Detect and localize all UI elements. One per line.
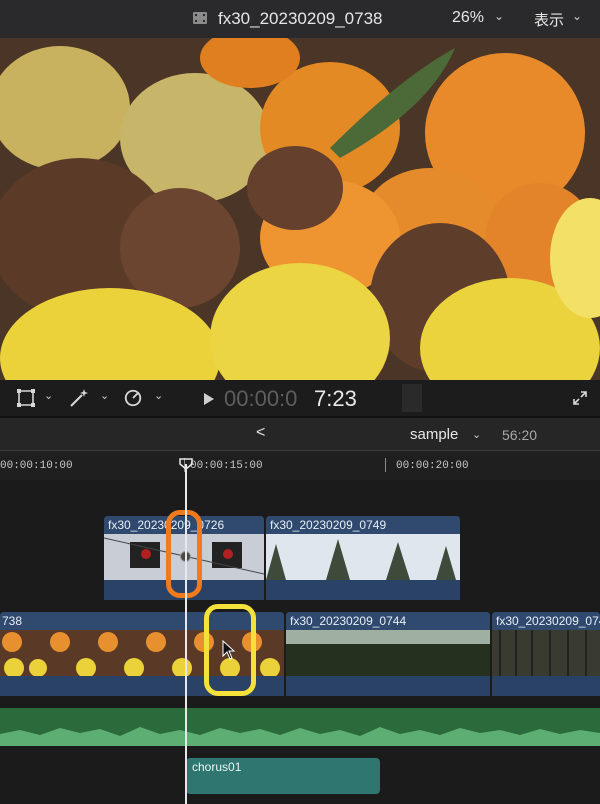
audio-waveform [0,727,600,746]
viewer-clip-title: fx30_20230209_0738 [218,9,383,28]
clip-label: fx30_20230209_0744 [290,614,407,628]
magic-wand-icon[interactable] [68,388,90,408]
play-icon[interactable] [203,392,215,406]
chevron-down-icon[interactable]: ⌄ [44,389,53,402]
chevron-down-icon[interactable]: ⌄ [572,9,582,23]
chevron-down-icon[interactable]: ⌄ [100,389,109,402]
pointer-icon [222,640,236,660]
fullscreen-icon[interactable] [572,390,588,406]
clip-audio-strip [492,676,600,696]
view-menu[interactable]: 表示 [534,9,564,30]
zoom-level[interactable]: 26% [452,9,484,27]
timecode: 7:23 [314,386,357,411]
playhead[interactable] [185,464,187,804]
transform-icon[interactable] [16,388,36,408]
project-name[interactable]: sample [410,426,458,443]
audio-clip-label: chorus01 [192,760,242,774]
clip-thumbnails [266,534,460,580]
transport-bar [0,380,600,416]
chevron-down-icon[interactable]: ⌄ [154,389,163,402]
ruler-label: 00:00:15:00 [190,460,263,472]
chevron-down-icon[interactable]: ⌄ [494,9,504,23]
clip-audio-strip [286,676,490,696]
clip-label: 738 [2,614,23,628]
video-preview [0,38,600,380]
clip-thumbnails [492,630,600,676]
ruler-tick [385,458,386,472]
ruler-label: 00:00:20:00 [396,460,469,472]
clip-audio-strip [266,580,460,600]
speed-icon[interactable] [122,388,144,408]
project-duration: 56:20 [502,427,538,443]
timecode-leading: 00:00:0 [224,386,298,411]
ruler-label: 00:00:10:00 [0,460,73,472]
clip-thumbnails [286,630,490,676]
chevron-down-icon[interactable]: ⌄ [472,428,481,441]
clip-label: fx30_20230209_0749 [270,518,387,532]
audio-meter [402,384,422,412]
playhead-handle[interactable] [179,458,193,470]
timeline-ruler[interactable] [0,450,600,481]
clip-icon [193,12,207,24]
clip-label: fx30_20230209_0749 [496,614,600,628]
back-icon[interactable]: < [256,424,265,442]
